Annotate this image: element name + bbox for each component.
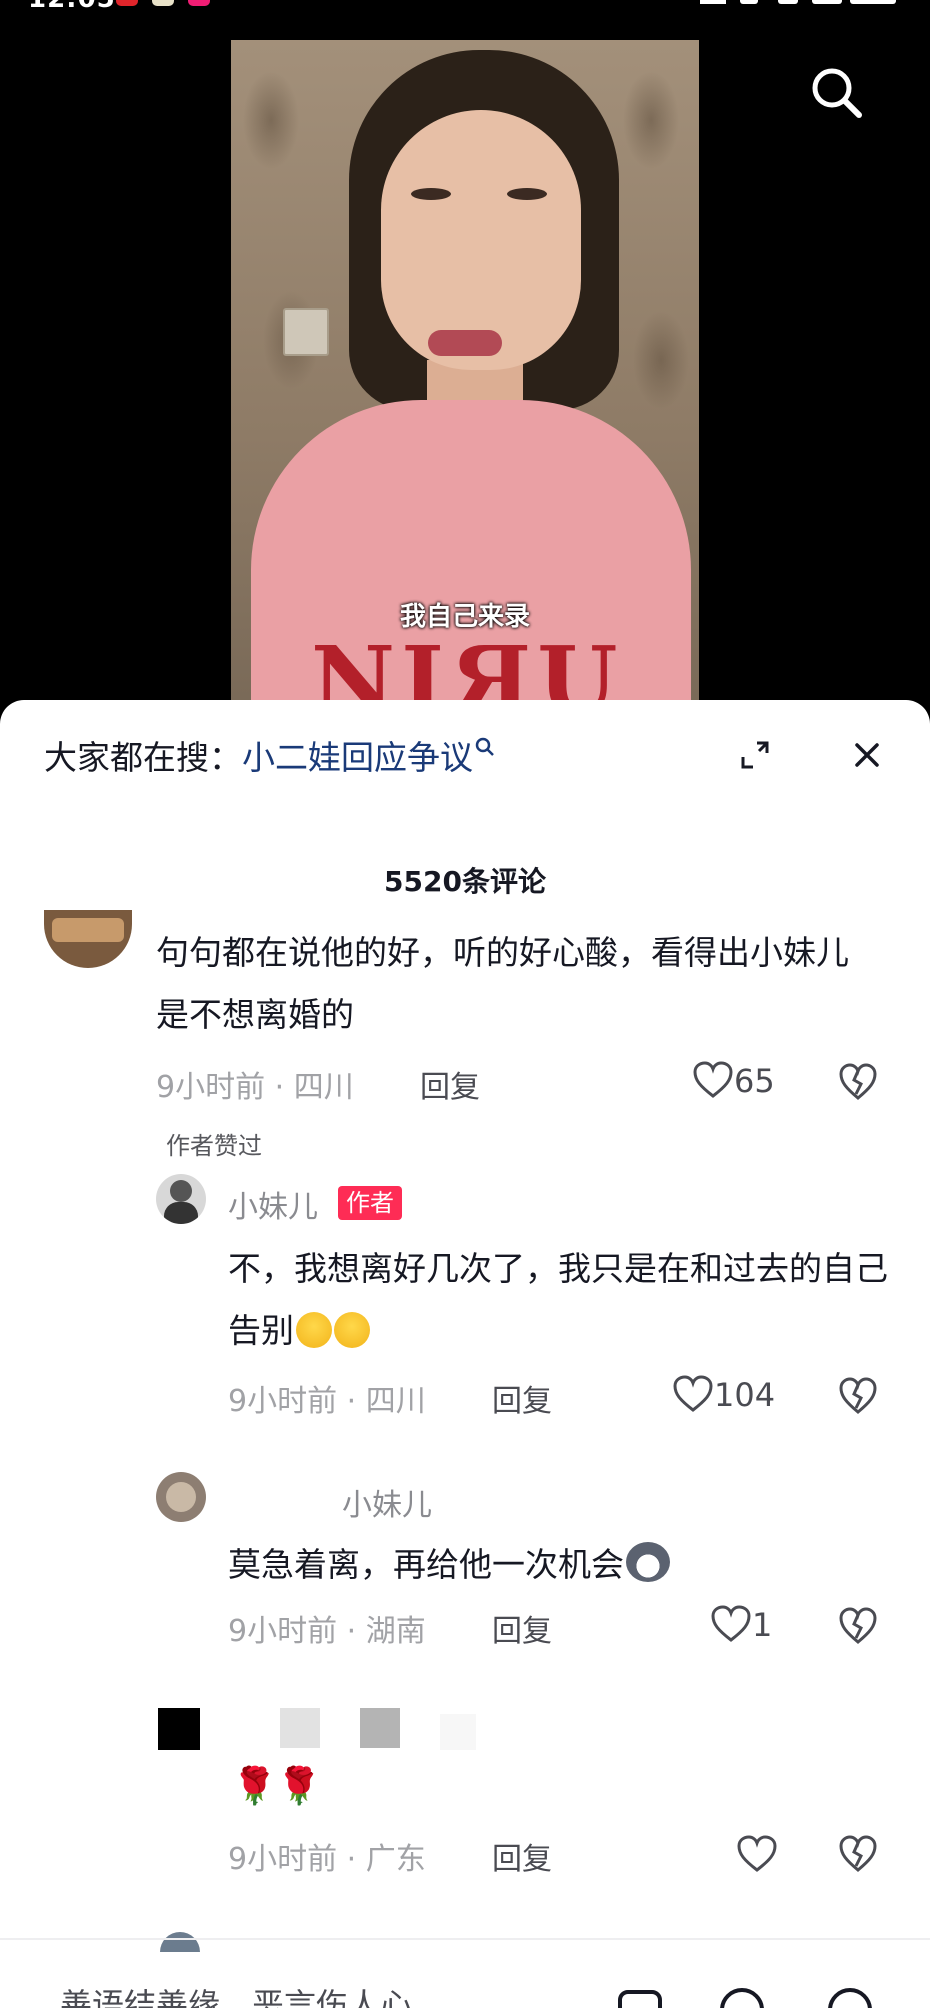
data-icon [740, 0, 758, 4]
notification-icon [116, 0, 138, 6]
avatar[interactable] [156, 1174, 206, 1224]
trending-search-bar[interactable]: 大家都在搜：小二娃回应争议 [44, 736, 495, 780]
meta-separator: · [346, 1614, 357, 1649]
dislike-icon[interactable] [838, 1376, 878, 1416]
redacted-username [280, 1708, 320, 1748]
like-count: 104 [714, 1376, 776, 1414]
reply-text: 不，我想离好几次了，我只是在和过去的自己告别 [228, 1238, 908, 1362]
author-badge: 作者 [338, 1186, 402, 1220]
reply-button[interactable]: 回复 [420, 1062, 480, 1106]
like-count: 1 [752, 1606, 773, 1644]
system-status-icons [700, 0, 900, 8]
sync-icon [778, 0, 798, 4]
like-button[interactable]: 65 [692, 1060, 775, 1100]
comment-time: 9小时前 [156, 1070, 266, 1105]
heart-icon [711, 1605, 751, 1642]
heart-icon [673, 1375, 713, 1412]
unamused-emoji-icon [334, 1312, 370, 1348]
close-icon[interactable] [852, 740, 882, 770]
input-divider [0, 1938, 930, 1940]
husky-emoji-icon [626, 1542, 670, 1582]
reply-meta: 9小时前 · 湖南 [228, 1606, 426, 1650]
search-icon[interactable] [808, 64, 864, 120]
meta-separator: · [346, 1384, 357, 1419]
redacted-username [440, 1714, 476, 1750]
meta-separator: · [274, 1070, 285, 1105]
reply-meta: 9小时前 · 广东 [228, 1834, 426, 1878]
comments-panel: 大家都在搜：小二娃回应争议 5520条评论 句句都在说他的好，听的好心酸，看得出… [0, 700, 930, 2008]
trending-search-prefix: 大家都在搜： [44, 738, 242, 777]
avatar[interactable] [158, 1708, 200, 1750]
unamused-emoji-icon [296, 1312, 332, 1348]
reply-text: 莫急着离，再给他一次机会 [228, 1534, 908, 1596]
status-bar: 12:05 [0, 0, 930, 14]
like-button[interactable]: 104 [672, 1374, 775, 1414]
avatar[interactable] [44, 910, 132, 968]
notification-icon [188, 0, 210, 6]
avatar[interactable] [156, 1472, 206, 1522]
reply-meta: 9小时前 · 四川 [228, 1376, 426, 1420]
reply-button[interactable]: 回复 [492, 1376, 552, 1420]
dislike-icon[interactable] [838, 1834, 878, 1874]
author-liked-label: 作者赞过 [166, 1132, 262, 1160]
reply-location: 广东 [365, 1842, 426, 1877]
emoji-icon[interactable] [826, 1986, 874, 2008]
comment-input[interactable]: 善语结善缘，恶言伤人心 [60, 1980, 412, 2008]
reply-text: 🌹🌹 [232, 1766, 322, 1807]
reply-text-content: 莫急着离，再给他一次机会 [228, 1545, 624, 1584]
comment-text: 句句都在说他的好，听的好心酸，看得出小妹儿是不想离婚的 [156, 933, 849, 1034]
search-icon [475, 737, 494, 756]
wifi-icon [700, 0, 726, 4]
heart-icon [693, 1061, 733, 1098]
dislike-icon[interactable] [838, 1606, 878, 1646]
comment-count: 5520条评论 [384, 865, 546, 898]
redacted-username [360, 1708, 400, 1748]
meta-separator: · [346, 1842, 357, 1877]
video-subtitle: 我自己来录 [399, 602, 530, 632]
reply-username[interactable]: 小妹儿 [228, 1182, 318, 1226]
sweater-print: NIЯU [311, 626, 624, 700]
light-switch [283, 308, 329, 356]
like-count: 65 [734, 1062, 775, 1100]
expand-icon[interactable] [740, 740, 770, 770]
right-eye [507, 188, 547, 200]
heart-icon[interactable] [736, 1834, 778, 1874]
comment-meta: 9小时前 · 四川 [156, 1062, 354, 1106]
at-icon[interactable] [718, 1986, 766, 2008]
reply-location: 四川 [365, 1384, 426, 1419]
left-eye [411, 188, 451, 200]
reply-button[interactable]: 回复 [492, 1834, 552, 1878]
reply-to-username[interactable]: 小妹儿 [342, 1480, 432, 1524]
video-player[interactable]: NIЯU 我自己来录 [231, 40, 699, 700]
dislike-icon[interactable] [838, 1062, 878, 1102]
mouth [428, 330, 502, 356]
battery-icon [850, 0, 896, 4]
notification-icon [152, 0, 174, 6]
status-time: 12:05 [28, 0, 116, 14]
reply-time: 9小时前 [228, 1842, 338, 1877]
reply-location: 湖南 [365, 1614, 426, 1649]
reply-button[interactable]: 回复 [492, 1606, 552, 1650]
signal-icon [812, 0, 842, 4]
comment-location: 四川 [293, 1070, 354, 1105]
trending-search-term[interactable]: 小二娃回应争议 [242, 738, 473, 777]
like-button[interactable]: 1 [710, 1604, 772, 1644]
avatar[interactable] [160, 1932, 200, 1952]
reply-time: 9小时前 [228, 1614, 338, 1649]
reply-time: 9小时前 [228, 1384, 338, 1419]
image-icon[interactable] [616, 1986, 664, 2008]
